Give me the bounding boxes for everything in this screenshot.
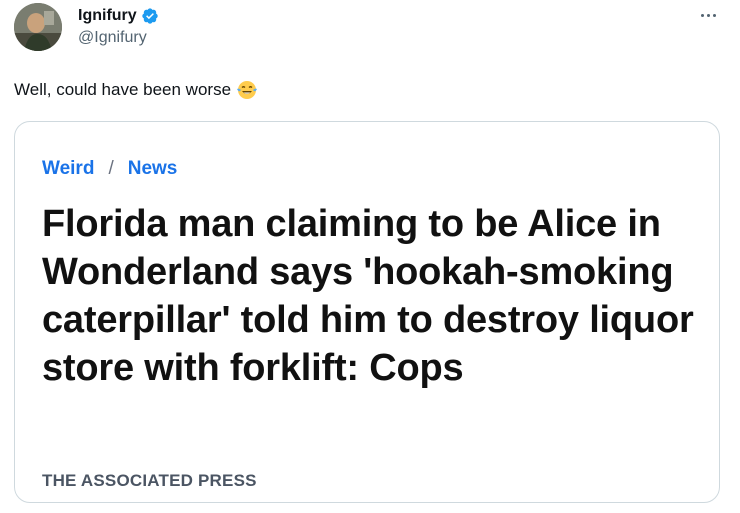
display-name-row: Ignifury [78,5,159,27]
author-info: Ignifury @Ignifury [78,5,159,47]
verified-badge-icon [141,7,159,25]
avatar-image [14,3,62,51]
breadcrumb-news[interactable]: News [128,158,178,180]
display-name[interactable]: Ignifury [78,7,137,25]
article-headline[interactable]: Florida man claiming to be Alice in Wond… [42,200,712,392]
more-dot [706,13,710,17]
breadcrumb-separator: / [108,158,114,179]
more-options-icon[interactable] [694,8,722,22]
tears-of-joy-emoji-icon [235,78,259,102]
breadcrumb: Weird / News [42,158,177,180]
more-dot [700,13,704,17]
article-source: THE ASSOCIATED PRESS [42,471,257,490]
more-dot [712,13,716,17]
tweet-text: Well, could have been worse [14,78,259,102]
breadcrumb-weird[interactable]: Weird [42,158,94,180]
tweet-text-content: Well, could have been worse [14,80,232,99]
avatar[interactable] [14,3,62,51]
tweet: Ignifury @Ignifury Well, could have been… [0,0,740,513]
link-preview-card[interactable]: Weird / News Florida man claiming to be … [14,121,720,503]
user-handle[interactable]: @Ignifury [78,29,159,47]
